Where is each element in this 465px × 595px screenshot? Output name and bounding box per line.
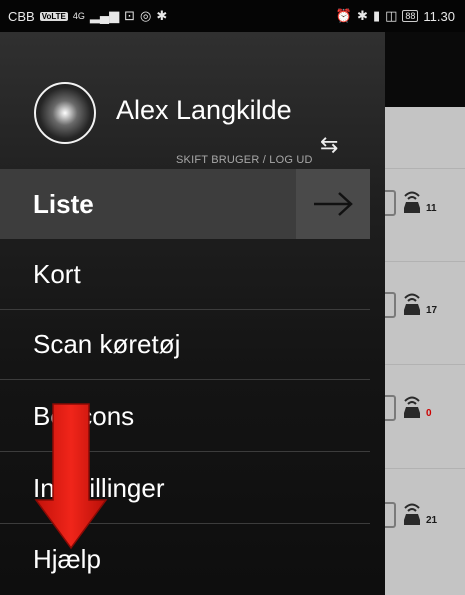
- bluetooth-icon: ✱: [156, 8, 168, 23]
- switch-user-link[interactable]: SKIFT BRUGER / LOG UD: [176, 154, 313, 166]
- menu-item-label: Liste: [33, 188, 94, 219]
- menu-item-label: Kort: [33, 259, 81, 289]
- avatar[interactable]: [34, 82, 96, 144]
- red-down-arrow-icon: [34, 403, 108, 550]
- connection-count: 0: [426, 408, 432, 419]
- carrier-label: CBB: [8, 8, 35, 24]
- arrow-right-icon[interactable]: [296, 169, 370, 239]
- alarm-icon: ⏰: [335, 8, 353, 23]
- user-name: Alex Langkilde: [116, 95, 292, 125]
- wifi-icon: ◎: [140, 8, 152, 23]
- list-item-status: 21: [380, 500, 437, 528]
- menu-item-kort[interactable]: Kort: [0, 240, 370, 310]
- bluetooth-status-icon: ✱: [357, 8, 368, 23]
- list-item-status: 11: [380, 188, 437, 216]
- menu-item-scan-koretoj[interactable]: Scan køretøj: [0, 310, 370, 380]
- cast-icon: ⊡: [124, 8, 136, 23]
- list-item-status: 17: [380, 290, 437, 318]
- vibrate-icon: ▮: [372, 8, 381, 23]
- volte-badge: VoLTE: [39, 11, 68, 21]
- list-item-status: 0: [380, 393, 432, 421]
- nfc-icon: ◫: [385, 8, 398, 23]
- swap-arrows-icon[interactable]: ⇆: [320, 132, 338, 158]
- clock: 11.30: [423, 8, 455, 24]
- connected-car-icon: [404, 503, 420, 525]
- status-bar: CBB VoLTE 4G ▂▄▆ ⊡ ◎ ✱ ⏰ ✱ ▮ ◫ 88 11.30: [0, 0, 465, 32]
- connection-count: 17: [426, 305, 438, 316]
- connected-car-icon: [404, 191, 420, 213]
- network-label: 4G: [72, 11, 85, 21]
- connection-count: 21: [426, 515, 438, 526]
- signal-icon: ▂▄▆: [89, 8, 120, 23]
- menu-item-label: Scan køretøj: [33, 329, 181, 359]
- connected-car-icon: [404, 293, 420, 315]
- battery-icon: 88: [402, 10, 419, 22]
- menu-item-liste[interactable]: Liste: [0, 169, 370, 239]
- connected-car-icon: [404, 396, 420, 418]
- connection-count: 11: [426, 203, 437, 214]
